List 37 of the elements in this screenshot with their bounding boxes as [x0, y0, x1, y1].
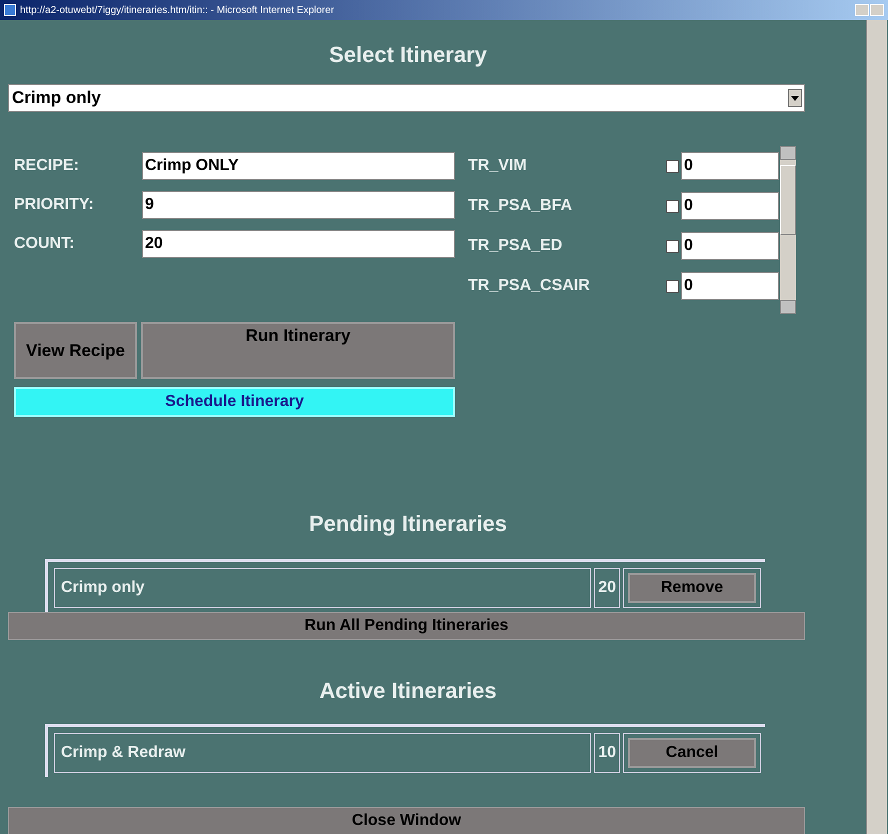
section-heading: Active Itineraries [318, 677, 498, 705]
input-field[interactable]: 9 [142, 190, 455, 218]
cancel-button[interactable]: Cancel [628, 738, 756, 768]
checkbox[interactable] [666, 200, 679, 212]
checkbox[interactable] [666, 160, 679, 172]
option-label: TR_PSA_ED [468, 237, 564, 255]
window-title: http://a2-otuwebt/7iggy/itineraries.htm/itin:: - Microsoft Internet Explorer [20, 4, 336, 16]
section-heading: Pending Itineraries [308, 510, 508, 538]
remove-button[interactable]: Remove [628, 573, 756, 603]
view-recipe-button[interactable]: View Recipe [14, 322, 137, 379]
option-label: TR_VIM [468, 157, 528, 175]
input-field[interactable]: 0 [681, 272, 779, 300]
scrollbar[interactable] [780, 146, 796, 314]
itinerary-count: 20 [594, 568, 620, 608]
input-field[interactable]: 0 [681, 232, 779, 260]
schedule-itinerary-button[interactable]: Schedule Itinerary [14, 387, 455, 417]
checkbox[interactable] [666, 240, 679, 252]
option-label: TR_PSA_CSAIR [468, 277, 591, 295]
close-window-button[interactable]: Close Window [8, 807, 805, 834]
input-field[interactable]: 20 [142, 230, 455, 258]
field-label: PRIORITY: [13, 196, 95, 214]
itinerary-dropdown[interactable]: Crimp only [8, 84, 805, 112]
run-all-button[interactable]: Run All Pending Itineraries [8, 612, 805, 640]
run-itinerary-button[interactable]: Run Itinerary [141, 322, 455, 379]
section-heading: Select Itinerary [328, 41, 488, 69]
scrollbar[interactable] [866, 20, 887, 834]
input-field[interactable]: Crimp ONLY [142, 152, 455, 180]
itinerary-name: Crimp & Redraw [54, 733, 592, 773]
browser-icon [4, 4, 16, 16]
field-label: COUNT: [13, 234, 76, 252]
input-field[interactable]: 0 [681, 192, 779, 220]
itinerary-count: 10 [594, 733, 620, 773]
option-label: TR_PSA_BFA [468, 197, 574, 215]
checkbox[interactable] [666, 280, 679, 292]
itinerary-name: Crimp only [54, 568, 592, 608]
input-field[interactable]: 0 [681, 152, 779, 180]
field-label: RECIPE: [13, 156, 80, 174]
